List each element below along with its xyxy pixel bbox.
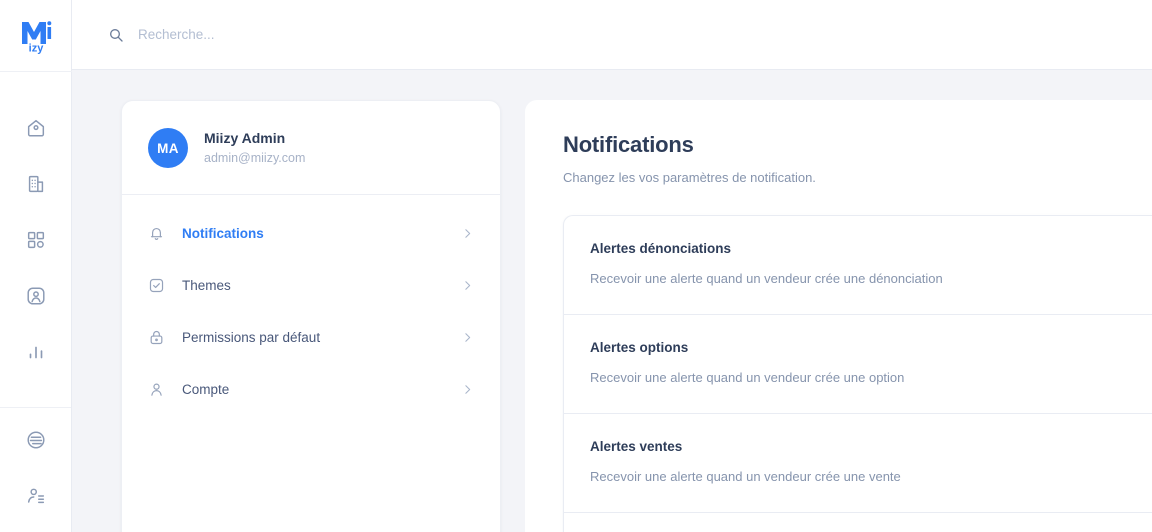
chevron-right-icon	[461, 331, 474, 344]
alert-description: Recevoir une alerte quand un vendeur cré…	[590, 270, 943, 286]
check-square-icon	[148, 277, 170, 294]
left-icon-rail: izy	[0, 0, 72, 532]
rail-item-filters[interactable]	[16, 426, 56, 454]
user-icon	[148, 381, 170, 398]
alert-title: Alertes ventes	[590, 439, 683, 455]
chevron-right-icon	[461, 279, 474, 292]
rail-item-stats[interactable]	[16, 338, 56, 366]
filter-circle-icon	[25, 429, 47, 451]
chevron-right-icon	[461, 227, 474, 240]
search-input[interactable]	[138, 23, 628, 46]
bar-chart-icon	[25, 341, 47, 363]
alert-title: Alertes options	[590, 340, 689, 356]
sidebar-item-label: Notifications	[182, 225, 264, 241]
settings-card: MA Miizy Admin admin@miizy.com Notificat…	[121, 100, 501, 532]
alert-description: Recevoir une alerte quand un vendeur cré…	[590, 469, 901, 485]
settings-menu: Notifications Themes Permissions par déf…	[122, 195, 500, 415]
sidebar-item-default-permissions[interactable]: Permissions par défaut	[122, 311, 500, 363]
profile-text: Miizy Admin admin@miizy.com	[204, 128, 305, 167]
building-icon	[25, 173, 47, 195]
lock-icon	[148, 329, 170, 346]
sidebar-item-notifications[interactable]: Notifications	[122, 207, 500, 259]
chevron-right-icon	[461, 383, 474, 396]
avatar: MA	[148, 128, 188, 168]
search-bar[interactable]	[108, 23, 628, 46]
rail-secondary-icons	[0, 407, 71, 532]
sidebar-item-account[interactable]: Compte	[122, 363, 500, 415]
alert-setting-row[interactable]: Alertes dénonciations Recevoir une alert…	[564, 216, 1152, 316]
rail-item-contacts[interactable]	[16, 482, 56, 510]
sidebar-item-label: Permissions par défaut	[182, 329, 321, 345]
grid-apps-icon	[25, 229, 47, 251]
svg-text:izy: izy	[28, 42, 44, 54]
profile-name: Miizy Admin	[204, 130, 286, 147]
page-body: MA Miizy Admin admin@miizy.com Notificat…	[72, 70, 1152, 532]
top-bar	[72, 0, 1152, 70]
bell-icon	[148, 225, 170, 242]
page-subtitle: Changez les vos paramètres de notificati…	[563, 170, 816, 185]
sidebar-item-label: Compte	[182, 381, 230, 397]
rail-item-users[interactable]	[16, 282, 56, 310]
content-header: Notifications Changez les vos paramètres…	[525, 132, 1152, 185]
alert-description: Recevoir une alerte quand un vendeur cré…	[590, 369, 905, 385]
app-logo[interactable]: izy	[0, 0, 72, 72]
sidebar-item-themes[interactable]: Themes	[122, 259, 500, 311]
alert-setting-row[interactable]: Alertes ventes Recevoir une alerte quand…	[564, 414, 1152, 514]
content-panel: Notifications Changez les vos paramètres…	[525, 100, 1152, 532]
sidebar-item-label: Themes	[182, 277, 231, 293]
profile-email: admin@miizy.com	[204, 150, 306, 165]
user-square-icon	[25, 285, 47, 307]
alert-title: Alertes dénonciations	[590, 241, 732, 256]
miizy-logo-icon: izy	[21, 20, 51, 54]
user-list-icon	[25, 485, 47, 507]
home-icon	[25, 117, 47, 139]
search-icon	[108, 27, 124, 43]
alert-setting-row[interactable]	[564, 513, 1152, 532]
rail-primary-icons	[0, 114, 71, 366]
profile-block: MA Miizy Admin admin@miizy.com	[122, 101, 500, 195]
alert-setting-row[interactable]: Alertes options Recevoir une alerte quan…	[564, 315, 1152, 415]
app-root: izy Recherche... MA Miizy Admin admin@mi…	[0, 0, 1152, 532]
page-title: Notifications	[563, 132, 694, 157]
rail-item-home[interactable]	[16, 114, 56, 142]
rail-item-companies[interactable]	[16, 170, 56, 198]
rail-item-apps[interactable]	[16, 226, 56, 254]
alerts-list: Alertes dénonciations Recevoir une alert…	[563, 215, 1152, 532]
